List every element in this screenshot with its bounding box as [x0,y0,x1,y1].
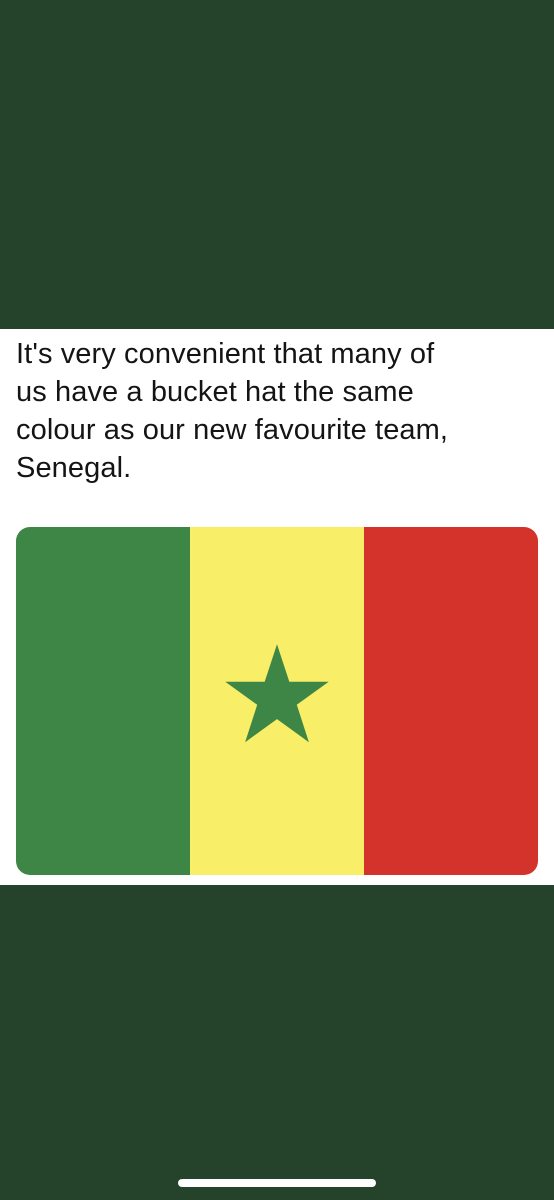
post-text-line-1: It's very convenient that many of [16,338,435,370]
post-card: It's very convenient that many of us hav… [0,329,554,885]
post-text-line-2: us have a bucket hat the same [16,376,414,408]
post-text: It's very convenient that many of us hav… [16,335,544,487]
screenshot-screen: It's very convenient that many of us hav… [0,0,554,1200]
post-text-line-3: colour as our new favourite team, [16,414,449,446]
flag-green-stripe [16,527,190,875]
senegal-flag-image [16,527,538,875]
flag-yellow-stripe [190,527,364,875]
flag-red-stripe [364,527,538,875]
post-text-line-4: Senegal. [16,452,132,484]
star-icon [225,644,329,743]
home-indicator[interactable] [178,1179,376,1187]
